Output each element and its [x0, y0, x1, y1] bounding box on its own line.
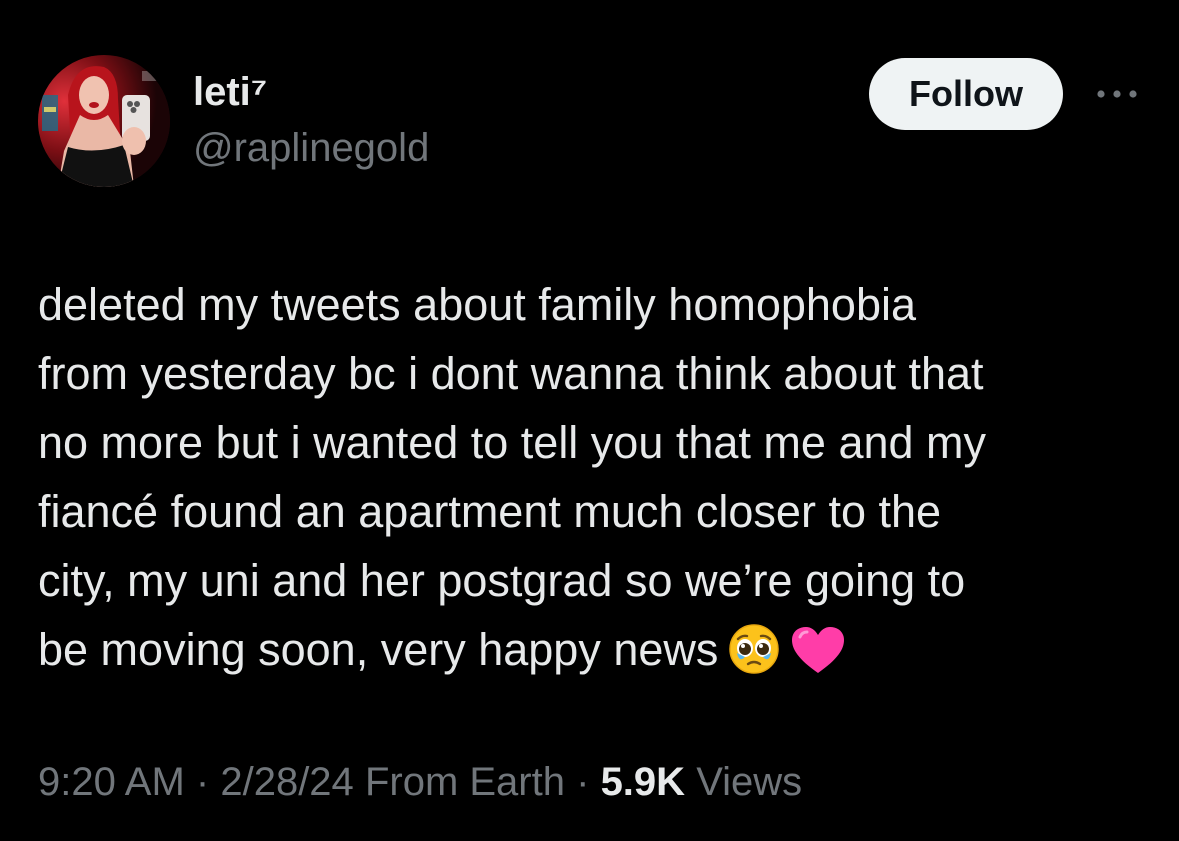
tweet-line: no more but i wanted to tell you that me… — [38, 417, 987, 468]
tweet-line-text: be moving soon, very happy news — [38, 624, 719, 675]
display-name[interactable]: leti⁷ — [193, 72, 267, 112]
views-label[interactable]: Views — [696, 760, 802, 804]
tweet-line: city, my uni and her postgrad so we’re g… — [38, 555, 966, 606]
meta-separator: · — [195, 760, 210, 804]
pleading-face-with-tears-icon — [728, 623, 780, 694]
more-horizontal-icon[interactable] — [1094, 86, 1140, 102]
tweet-line: deleted my tweets about family homophobi… — [38, 279, 917, 330]
pink-heart-icon — [790, 625, 846, 694]
user-handle[interactable]: @raplinegold — [193, 128, 429, 168]
tweet-line: from yesterday bc i dont wanna think abo… — [38, 348, 984, 399]
avatar[interactable] — [38, 55, 170, 187]
tweet-meta: 9:20 AM · 2/28/24 From Earth · 5.9K View… — [38, 762, 802, 802]
follow-button[interactable]: Follow — [869, 58, 1063, 130]
views-count[interactable]: 5.9K — [601, 760, 686, 804]
tweet-line: fiancé found an apartment much closer to… — [38, 486, 942, 537]
tweet-time[interactable]: 9:20 AM — [38, 760, 185, 804]
tweet-text: deleted my tweets about family homophobi… — [38, 270, 1148, 694]
tweet-source: From Earth — [364, 760, 565, 804]
profile-photo — [38, 55, 170, 187]
tweet-date[interactable]: 2/28/24 — [220, 760, 353, 804]
meta-separator: · — [576, 760, 590, 804]
tweet-last-line: be moving soon, very happy news — [38, 615, 1148, 694]
